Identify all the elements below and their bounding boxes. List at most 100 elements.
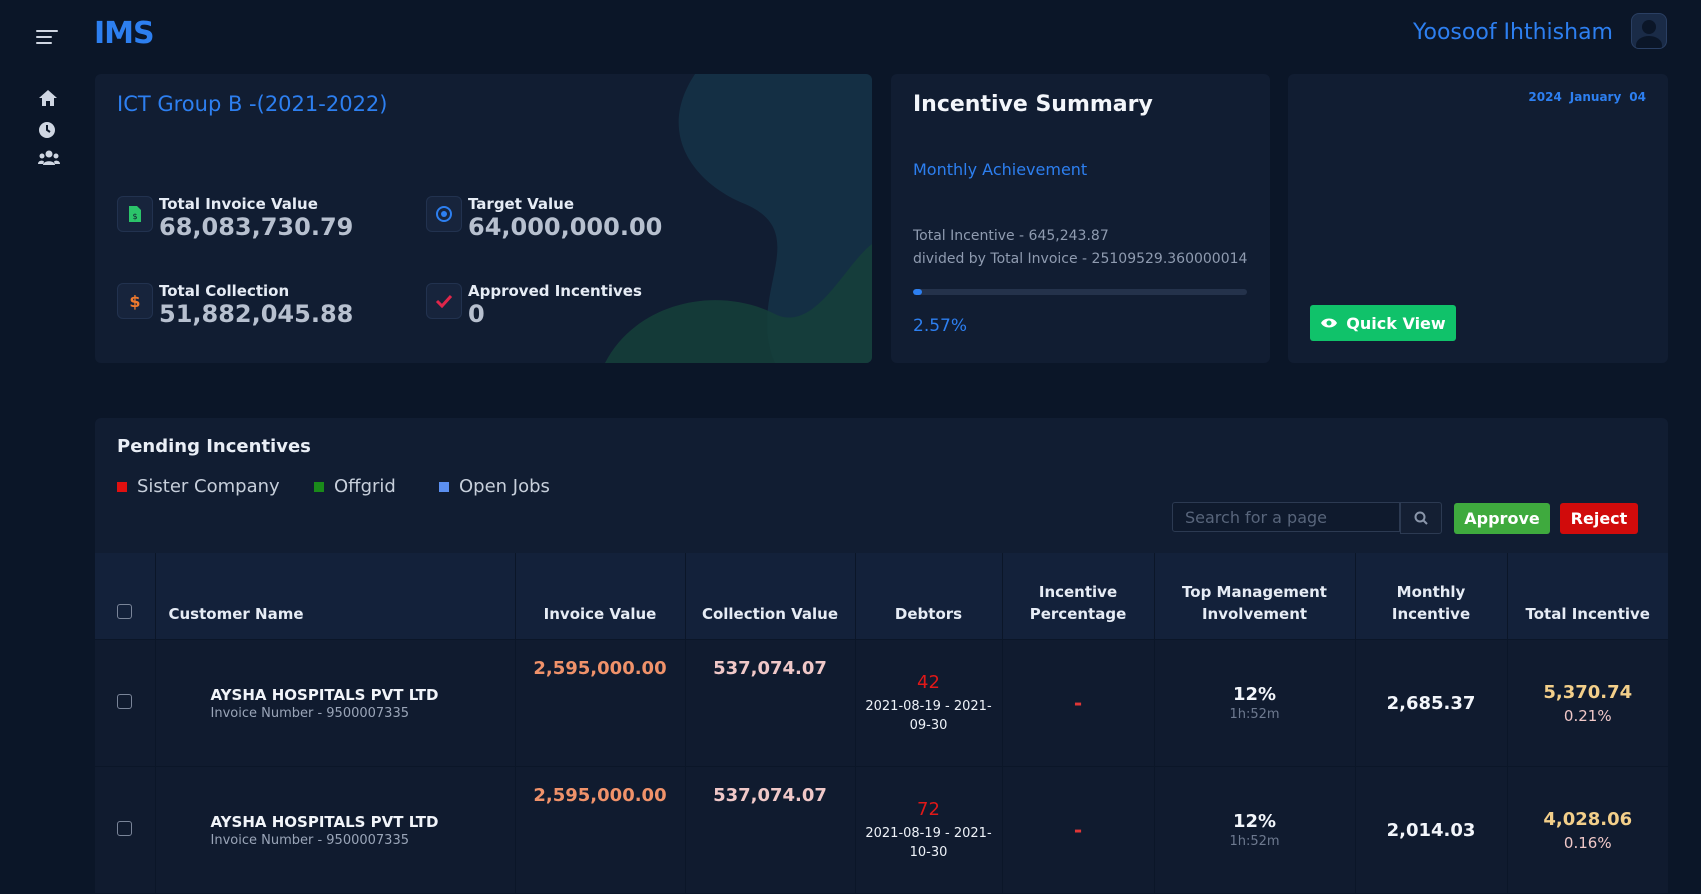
legend-swatch [439, 481, 449, 492]
summary-total-invoice: divided by Total Invoice - 25109529.3600… [913, 251, 1248, 267]
achievement-percent: 2.57% [913, 316, 968, 336]
search-icon [1414, 511, 1428, 525]
table-row[interactable]: AYSHA HOSPITALS PVT LTD Invoice Number -… [95, 639, 1668, 767]
row-select-cell [95, 766, 156, 894]
collection-value: 537,074.07 [685, 639, 856, 767]
menu-toggle-icon[interactable] [36, 26, 58, 48]
top-management-percent: 12% [1232, 684, 1277, 705]
summary-total-incentive: Total Incentive - 645,243.87 [913, 228, 1109, 244]
header-line: Incentive [1038, 583, 1118, 601]
pending-incentives-table: Customer Name Invoice Value Collection V… [95, 553, 1668, 894]
customer-name: AYSHA HOSPITALS PVT LTD [210, 812, 439, 831]
total-incentive-cell: 5,370.74 0.21% [1507, 639, 1668, 767]
date-month: January [1569, 90, 1622, 104]
table-header-row: Customer Name Invoice Value Collection V… [95, 553, 1668, 640]
current-date: 2024 January 04 [1528, 90, 1646, 104]
header-line: Involvement [1201, 605, 1308, 623]
group-title: ICT Group B -(2021-2022) [117, 92, 388, 116]
search-button[interactable] [1400, 502, 1442, 534]
header-line: Percentage [1029, 605, 1127, 623]
date-day: 04 [1629, 90, 1646, 104]
total-incentive: 5,370.74 [1543, 681, 1633, 703]
debtor-date-line: 09-30 [909, 717, 948, 733]
table-row[interactable]: AYSHA HOSPITALS PVT LTD Invoice Number -… [95, 766, 1668, 894]
summary-subtitle: Monthly Achievement [913, 160, 1088, 179]
debtor-days: 72 [917, 798, 940, 820]
debtors-cell: 72 2021-08-19 - 2021- 10-30 [855, 766, 1003, 894]
invoice-number: Invoice Number - 9500007335 [210, 832, 410, 848]
approved-label: Approved Incentives [468, 282, 642, 300]
total-invoice-value: 68,083,730.79 [159, 213, 354, 241]
legend-swatch [314, 481, 324, 492]
top-management-time: 1h:52m [1229, 834, 1280, 849]
monthly-incentive: 2,685.37 [1355, 639, 1508, 767]
legend-swatch [117, 481, 127, 492]
debtor-date-line: 2021-08-19 - 2021- [865, 698, 992, 714]
total-invoice-label: Total Invoice Value [159, 195, 318, 213]
invoice-value: 2,595,000.00 [515, 639, 686, 767]
total-incentive: 4,028.06 [1543, 808, 1633, 830]
avatar[interactable] [1631, 13, 1667, 49]
col-debtors[interactable]: Debtors [855, 553, 1003, 640]
total-collection-value: 51,882,045.88 [159, 300, 354, 328]
users-icon[interactable] [38, 150, 60, 170]
user-name[interactable]: Yoosoof Ihthisham [1413, 20, 1613, 45]
header-line: Top Management [1182, 583, 1327, 601]
incentive-summary-card: Incentive Summary Monthly Achievement To… [891, 74, 1270, 363]
pending-incentives-card: Pending Incentives Sister Company Offgri… [95, 418, 1668, 894]
svg-text:$: $ [132, 212, 137, 221]
total-incentive-percent: 0.16% [1563, 833, 1612, 852]
legend-open-jobs: Open Jobs [439, 476, 550, 497]
col-total-incentive[interactable]: Total Incentive [1507, 553, 1668, 640]
history-icon[interactable] [38, 121, 58, 141]
debtor-date-line: 10-30 [909, 844, 948, 860]
legend-offgrid: Offgrid [314, 476, 396, 497]
customer-cell: AYSHA HOSPITALS PVT LTD Invoice Number -… [155, 639, 516, 767]
collection-value: 537,074.07 [685, 766, 856, 894]
incentive-percentage-cell: - [1002, 639, 1155, 767]
monthly-incentive: 2,014.03 [1355, 766, 1508, 894]
col-monthly-incentive[interactable]: Monthly Incentive [1355, 553, 1508, 640]
eye-icon [1321, 318, 1338, 328]
col-collection-value[interactable]: Collection Value [685, 553, 856, 640]
dollar-icon: $ [117, 283, 153, 319]
incentive-percentage-cell: - [1002, 766, 1155, 894]
reject-button[interactable]: Reject [1560, 503, 1638, 534]
pending-title: Pending Incentives [117, 436, 311, 457]
check-icon [426, 283, 462, 319]
row-checkbox[interactable] [117, 820, 133, 836]
total-collection-label: Total Collection [159, 282, 290, 300]
col-incentive-percentage[interactable]: Incentive Percentage [1002, 553, 1155, 640]
target-value: 64,000,000.00 [468, 213, 663, 241]
top-management-cell: 12% 1h:52m [1154, 766, 1356, 894]
target-label: Target Value [468, 195, 575, 213]
approved-value: 0 [468, 300, 485, 328]
col-invoice-value[interactable]: Invoice Value [515, 553, 686, 640]
incentive-percentage: - [1073, 691, 1083, 715]
target-icon [426, 196, 462, 232]
debtor-dates: 2021-08-19 - 2021- 09-30 [862, 697, 996, 735]
total-incentive-percent: 0.21% [1563, 706, 1612, 725]
legend-label: Offgrid [334, 476, 396, 497]
debtor-date-line: 2021-08-19 - 2021- [865, 825, 992, 841]
invoice-number: Invoice Number - 9500007335 [210, 705, 410, 721]
quick-view-button[interactable]: Quick View [1310, 305, 1456, 341]
search-input[interactable] [1172, 502, 1400, 532]
select-all-cell [95, 553, 156, 640]
home-icon[interactable] [38, 89, 58, 109]
debtor-dates: 2021-08-19 - 2021- 10-30 [862, 824, 996, 862]
col-customer-name[interactable]: Customer Name [155, 553, 516, 640]
select-all-checkbox[interactable] [117, 604, 133, 619]
header-line: Incentive [1391, 605, 1471, 623]
row-checkbox[interactable] [117, 693, 133, 709]
invoice-icon: $ [117, 196, 153, 232]
date-year: 2024 [1528, 90, 1562, 104]
achievement-progress-bar [913, 289, 1247, 295]
col-top-management[interactable]: Top Management Involvement [1154, 553, 1356, 640]
top-management-percent: 12% [1232, 811, 1277, 832]
brand-logo: IMS [94, 16, 155, 51]
legend-label: Sister Company [137, 476, 280, 497]
legend-label: Open Jobs [459, 476, 550, 497]
quick-view-label: Quick View [1346, 313, 1446, 333]
approve-button[interactable]: Approve [1454, 503, 1550, 534]
